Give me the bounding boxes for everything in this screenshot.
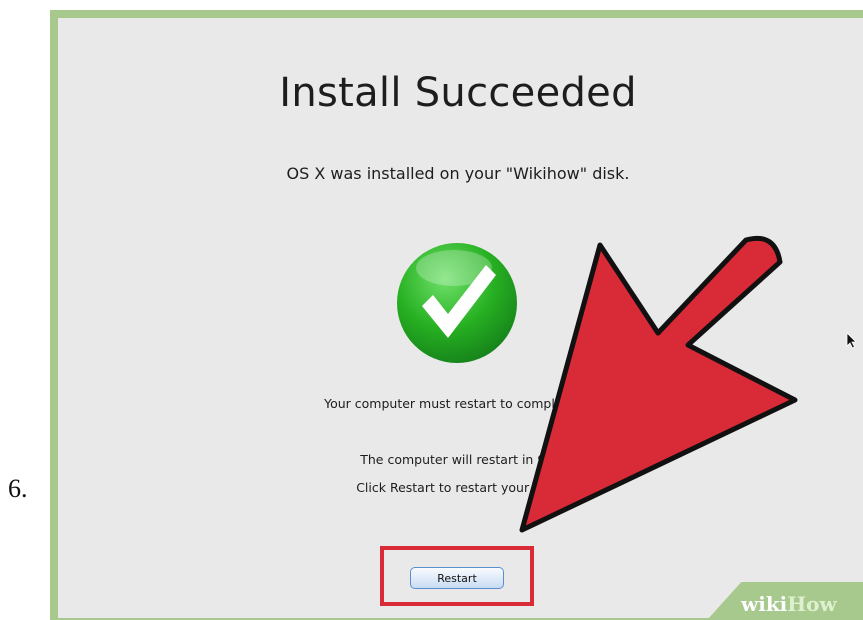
restart-button[interactable]: Restart [410, 567, 504, 589]
restart-required-text: Your computer must restart to complete t… [324, 396, 592, 411]
install-subtitle: OS X was installed on your "Wikihow" dis… [286, 164, 630, 183]
checkmark-icon [397, 243, 517, 363]
logo-wiki: wiki [741, 592, 788, 616]
restart-instruction-text: Click Restart to restart your com [356, 480, 560, 495]
install-title: Install Succeeded [279, 70, 637, 116]
restart-countdown-text: The computer will restart in 9 s [360, 452, 556, 467]
wikihow-logo: wikiHow [741, 592, 837, 616]
mouse-cursor-icon [846, 332, 857, 349]
installer-window: Install Succeeded OS X was installed on … [58, 18, 863, 618]
logo-how: How [787, 592, 837, 616]
step-number: 6. [8, 474, 28, 503]
